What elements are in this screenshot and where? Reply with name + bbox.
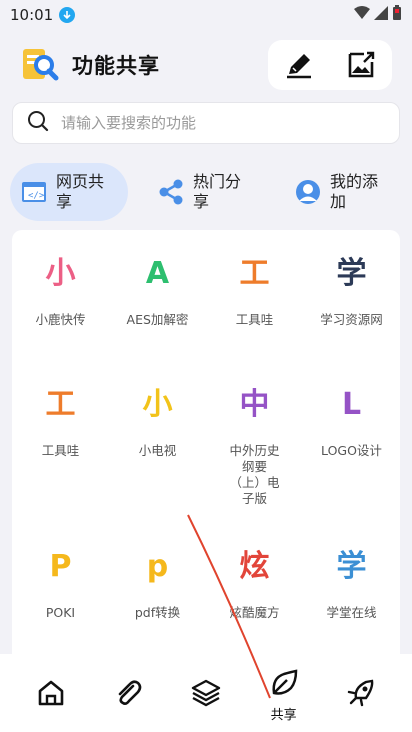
app-logo (20, 45, 60, 85)
nav-attachment[interactable] (96, 654, 160, 724)
item-badge: L (341, 387, 362, 422)
grid-row: 小小鹿快传 A AES加解密 工工具哇 学学习资源网 (12, 252, 400, 328)
nav-rocket[interactable] (329, 654, 393, 724)
tab-my-additions[interactable]: 我的添加 (284, 163, 402, 221)
tab-label: 热门分享 (193, 172, 242, 211)
webpage-icon: </> (20, 178, 48, 206)
user-icon (294, 178, 322, 206)
search-bar[interactable] (12, 102, 400, 144)
item-label: LOGO设计 (321, 443, 382, 458)
item-label: 中外历史纲要（上）电子版 (229, 443, 280, 506)
app-header: 功能共享 (0, 38, 412, 92)
rocket-icon (346, 678, 376, 712)
item-label: 小鹿快传 (35, 312, 86, 327)
item-badge: A (145, 256, 170, 291)
home-icon (36, 678, 66, 712)
nav-label: 共享 (270, 708, 297, 723)
grid-item[interactable]: 炫炫酷魔方 (206, 545, 303, 621)
search-input[interactable] (61, 114, 361, 132)
item-label: 工具哇 (235, 312, 274, 327)
grid-item[interactable]: 小小电视 (109, 383, 206, 507)
grid-item[interactable]: A AES加解密 (109, 252, 206, 328)
layers-icon (191, 678, 221, 712)
item-badge: 学 (336, 549, 367, 584)
battery-icon (392, 5, 402, 25)
item-badge: 中 (239, 387, 270, 422)
grid-row: 工工具哇 小小电视 中中外历史纲要（上）电子版 L LOGO设计 (12, 383, 400, 507)
item-badge: 工 (239, 256, 270, 291)
grid-item[interactable]: 工工具哇 (206, 252, 303, 328)
item-label: 学堂在线 (326, 605, 377, 620)
status-bar: 10:01 (0, 0, 412, 30)
nav-share[interactable]: 共享 (252, 654, 316, 724)
grid-item[interactable]: P POKI (12, 545, 109, 621)
grid-item[interactable]: p pdf转换 (109, 545, 206, 621)
status-time: 10:01 (10, 6, 54, 24)
item-label: 炫酷魔方 (229, 605, 280, 620)
item-badge: 小 (142, 387, 173, 422)
item-badge: 学 (336, 256, 367, 291)
item-label: 工具哇 (41, 443, 80, 458)
tab-hot-share[interactable]: 热门分享 (147, 163, 265, 221)
grid-item[interactable]: L LOGO设计 (303, 383, 400, 507)
item-badge: P (49, 549, 72, 584)
header-actions (268, 40, 392, 90)
nav-home[interactable] (19, 654, 83, 724)
grid-item[interactable]: 学学堂在线 (303, 545, 400, 621)
bottom-nav: 共享 (0, 654, 412, 732)
item-badge: 小 (45, 256, 76, 291)
item-badge: p (146, 549, 169, 584)
grid-row: P POKI p pdf转换 炫炫酷魔方 学学堂在线 (12, 545, 400, 621)
item-label: 学习资源网 (320, 312, 383, 327)
grid-item[interactable]: 中中外历史纲要（上）电子版 (206, 383, 303, 507)
item-badge: 炫 (239, 549, 270, 584)
item-label: POKI (45, 605, 76, 620)
category-tabs: </> 网页共享 热门分享 我的添加 (10, 162, 402, 222)
attachment-icon (113, 678, 143, 712)
grid-item[interactable]: 小小鹿快传 (12, 252, 109, 328)
tab-label: 我的添加 (330, 172, 379, 211)
wifi-icon (354, 6, 370, 24)
grid-item[interactable]: 学学习资源网 (303, 252, 400, 328)
item-label: 小电视 (138, 443, 177, 458)
share-icon (157, 178, 185, 206)
item-label: AES加解密 (126, 312, 189, 327)
edit-pen-icon[interactable] (277, 43, 321, 87)
nav-layers[interactable] (174, 654, 238, 724)
tab-label: 网页共享 (56, 172, 105, 211)
item-label: pdf转换 (134, 605, 181, 620)
page-title: 功能共享 (72, 54, 160, 78)
signal-icon (374, 6, 388, 24)
export-image-icon[interactable] (339, 43, 383, 87)
function-grid: 小小鹿快传 A AES加解密 工工具哇 学学习资源网 工工具哇 小小电视 中中外历… (12, 230, 400, 654)
item-badge: 工 (45, 387, 76, 422)
grid-item[interactable]: 工工具哇 (12, 383, 109, 507)
tab-webpage-share[interactable]: </> 网页共享 (10, 163, 128, 221)
download-icon (59, 7, 76, 23)
leaf-share-icon (269, 668, 299, 702)
svg-text:</>: </> (28, 191, 45, 201)
search-icon (27, 110, 49, 136)
